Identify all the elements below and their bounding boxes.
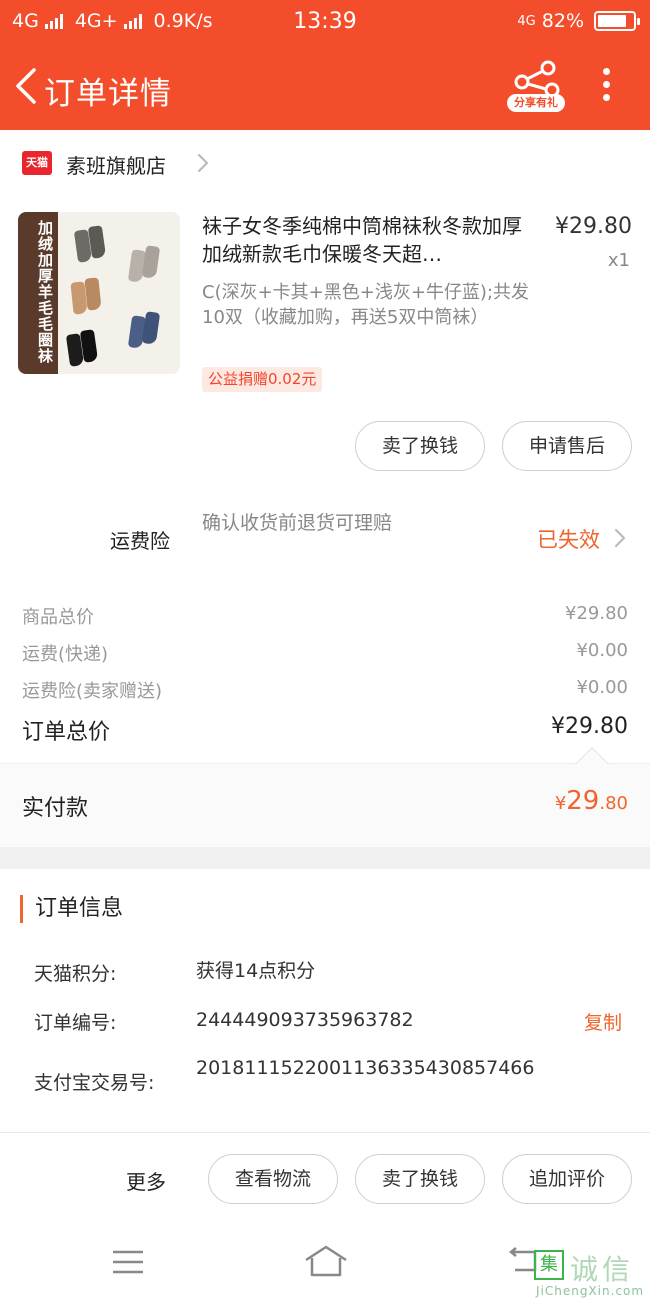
- insurance-fee-row: 运费险(卖家赠送) ¥0.00: [22, 677, 628, 707]
- product-title[interactable]: 袜子女冬季纯棉中筒棉袜秋冬款加厚加绒新款毛巾保暖冬天超…: [202, 212, 537, 268]
- share-reward-label[interactable]: 分享有礼: [507, 94, 565, 112]
- order-info-title: 订单信息: [20, 895, 123, 923]
- menu-icon[interactable]: [112, 1250, 144, 1274]
- order-number-label: 订单编号:: [34, 1012, 117, 1034]
- battery-icon: [594, 11, 640, 31]
- home-icon[interactable]: [304, 1244, 348, 1278]
- shop-name[interactable]: 素班旗舰店: [66, 150, 166, 179]
- divider: [0, 1132, 650, 1133]
- more-actions-button[interactable]: 更多: [126, 1166, 166, 1195]
- freight-insurance-status[interactable]: 已失效: [537, 524, 600, 554]
- chevron-left-icon[interactable]: [12, 66, 42, 106]
- product-image-banner: 加绒加厚羊毛毛圈袜: [36, 220, 54, 364]
- page-title: 订单详情: [44, 76, 172, 112]
- paid-value: ¥29.80: [555, 786, 628, 816]
- network-label-3: 4G: [517, 13, 536, 29]
- sell-button-bottom[interactable]: 卖了换钱: [355, 1154, 485, 1204]
- order-total-row: 订单总价 ¥29.80: [22, 714, 628, 745]
- watermark: 集 诚信 JiChengXin.com: [534, 1248, 650, 1300]
- tmall-logo: 天猫: [22, 151, 52, 175]
- section-divider: [0, 847, 650, 869]
- alipay-number-label: 支付宝交易号:: [34, 1072, 155, 1094]
- order-total-value: ¥29.80: [551, 714, 628, 739]
- paid-integer: 29: [566, 786, 600, 816]
- shipping-row: 运费(快递) ¥0.00: [22, 640, 628, 670]
- alipay-number-value: 2018111522001136335430857466: [196, 1057, 535, 1079]
- goods-total-label: 商品总价: [22, 607, 94, 628]
- product-image[interactable]: 加绒加厚羊毛毛圈袜: [18, 212, 180, 374]
- paid-currency: ¥: [554, 793, 567, 814]
- status-bar: 4G 4G+ 0.9K/s 13:39 4G 82%: [0, 0, 650, 44]
- product-quantity: x1: [607, 250, 630, 271]
- order-number-value: 244449093735963782: [196, 1009, 414, 1031]
- watermark-box: 集: [534, 1250, 564, 1280]
- battery-percent: 82%: [541, 10, 584, 32]
- shop-row[interactable]: 天猫 素班旗舰店: [0, 130, 650, 196]
- product-sku: C(深灰+卡其+黑色+浅灰+牛仔蓝);共发10双（收藏加购，再送5双中筒袜）: [202, 282, 530, 328]
- goods-total-value: ¥29.80: [565, 603, 628, 624]
- sell-button[interactable]: 卖了换钱: [355, 421, 485, 471]
- more-vertical-icon[interactable]: [596, 68, 616, 108]
- points-label: 天猫积分:: [34, 963, 117, 985]
- shipping-label: 运费(快递): [22, 644, 109, 665]
- shipping-value: ¥0.00: [576, 640, 628, 661]
- insurance-fee-label: 运费险(卖家赠送): [22, 681, 163, 702]
- paid-decimal: .80: [599, 793, 628, 814]
- chevron-right-icon[interactable]: [613, 527, 627, 549]
- freight-insurance-label: 运费险: [110, 529, 170, 553]
- copy-button[interactable]: 复制: [584, 1008, 622, 1035]
- freight-insurance-description: 确认收货前退货可理赔: [202, 512, 393, 534]
- insurance-fee-value: ¥0.00: [576, 677, 628, 698]
- product-price: ¥29.80: [555, 214, 632, 239]
- watermark-chars: 诚信: [570, 1253, 635, 1286]
- paid-label: 实付款: [22, 796, 89, 821]
- points-value: 获得14点积分: [196, 960, 316, 982]
- watermark-url: JiChengXin.com: [536, 1284, 645, 1298]
- goods-total-row: 商品总价 ¥29.80: [22, 603, 628, 633]
- after-sale-button[interactable]: 申请售后: [502, 421, 632, 471]
- navigation-bar: 订单详情 分享有礼: [0, 44, 650, 130]
- chevron-right-icon: [197, 153, 209, 173]
- paid-amount-row: 实付款 ¥29.80: [0, 747, 650, 847]
- top-bar: 4G 4G+ 0.9K/s 13:39 4G 82% 订单详情 分享有礼: [0, 0, 650, 130]
- view-logistics-button[interactable]: 查看物流: [208, 1154, 338, 1204]
- order-total-label: 订单总价: [22, 720, 111, 745]
- add-review-button[interactable]: 追加评价: [502, 1154, 632, 1204]
- charity-badge: 公益捐赠0.02元: [202, 367, 323, 392]
